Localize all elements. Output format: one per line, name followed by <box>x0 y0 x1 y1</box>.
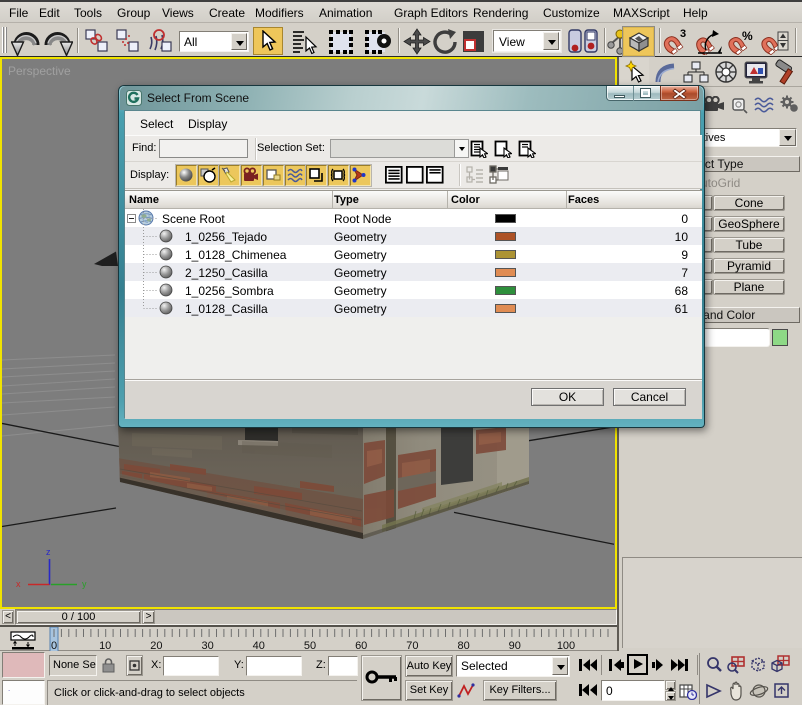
svg-text:y: y <box>82 579 87 589</box>
svg-text:3: 3 <box>680 28 686 40</box>
svg-text:%: % <box>742 29 753 43</box>
svg-text:x: x <box>16 579 21 589</box>
svg-text:z: z <box>46 547 51 557</box>
